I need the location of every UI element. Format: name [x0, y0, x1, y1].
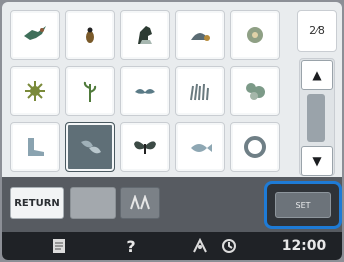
scroll-up-icon: ▲: [312, 68, 322, 82]
pattern-tile-shell[interactable]: [175, 10, 225, 60]
wreath-icon: [244, 136, 266, 158]
help-button[interactable]: ?: [116, 232, 146, 260]
set-button-label: SET: [275, 192, 331, 218]
scroll-down-button[interactable]: ▼: [301, 146, 333, 176]
pattern-tile-leaves-selected[interactable]: [65, 122, 115, 172]
boot-icon: [28, 138, 44, 156]
timer-button[interactable]: [216, 232, 242, 260]
moustache-icon: [135, 89, 155, 94]
disabled-button: [70, 187, 116, 219]
pattern-tile-wreath[interactable]: [230, 122, 280, 172]
leaves-icon: [81, 140, 101, 154]
bee-icon: [86, 27, 94, 43]
shell-icon: [191, 33, 210, 41]
butterfly-icon: [134, 141, 156, 154]
star-burst-icon: [25, 81, 45, 101]
pattern-tile-butterfly[interactable]: [120, 122, 170, 172]
pattern-tile-horse[interactable]: [120, 10, 170, 60]
fish-icon: [191, 144, 212, 152]
dual-stitch-icon: [130, 195, 150, 210]
pattern-scroll-panel: 2⁄8 ▲ ▼: [297, 10, 337, 176]
embroidery-pattern-screen: 2⁄8 ▲ ▼ RETURN SET ? 12:00: [2, 2, 342, 260]
pattern-tile-plant[interactable]: [65, 66, 115, 116]
plant-icon: [83, 81, 97, 102]
help-icon: ?: [126, 236, 136, 256]
scroll-thumb[interactable]: [307, 94, 325, 142]
status-bar: ? 12:00: [2, 232, 342, 260]
page-indicator: 2⁄8: [297, 10, 337, 52]
grass-icon: [190, 83, 209, 101]
pattern-grid: [10, 10, 290, 174]
pattern-tile-moustache[interactable]: [120, 66, 170, 116]
timer-icon: [222, 239, 236, 253]
dual-stitch-button[interactable]: [120, 187, 160, 219]
horse-head-icon: [138, 26, 152, 44]
bottom-toolbar: RETURN SET: [2, 177, 342, 232]
flower-icon: [247, 27, 263, 43]
pattern-tile-bird[interactable]: [10, 10, 60, 60]
set-button[interactable]: SET: [264, 181, 342, 229]
return-button[interactable]: RETURN: [10, 187, 64, 219]
pattern-tile-boot[interactable]: [10, 122, 60, 172]
pattern-tile-grass[interactable]: [175, 66, 225, 116]
pattern-tile-bee[interactable]: [65, 10, 115, 60]
network-icon: [193, 238, 207, 253]
scroll-down-icon: ▼: [312, 154, 322, 168]
pattern-tile-flower-cluster[interactable]: [230, 66, 280, 116]
document-button[interactable]: [46, 232, 72, 260]
pattern-tile-starburst[interactable]: [10, 66, 60, 116]
clock: 12:00: [281, 238, 327, 254]
network-button[interactable]: [186, 232, 216, 260]
pattern-tile-flower[interactable]: [230, 10, 280, 60]
document-icon: [53, 239, 65, 253]
scroll-up-button[interactable]: ▲: [301, 60, 333, 90]
bird-icon: [24, 26, 46, 40]
flower-cluster-icon: [246, 83, 265, 100]
pattern-tile-fish[interactable]: [175, 122, 225, 172]
